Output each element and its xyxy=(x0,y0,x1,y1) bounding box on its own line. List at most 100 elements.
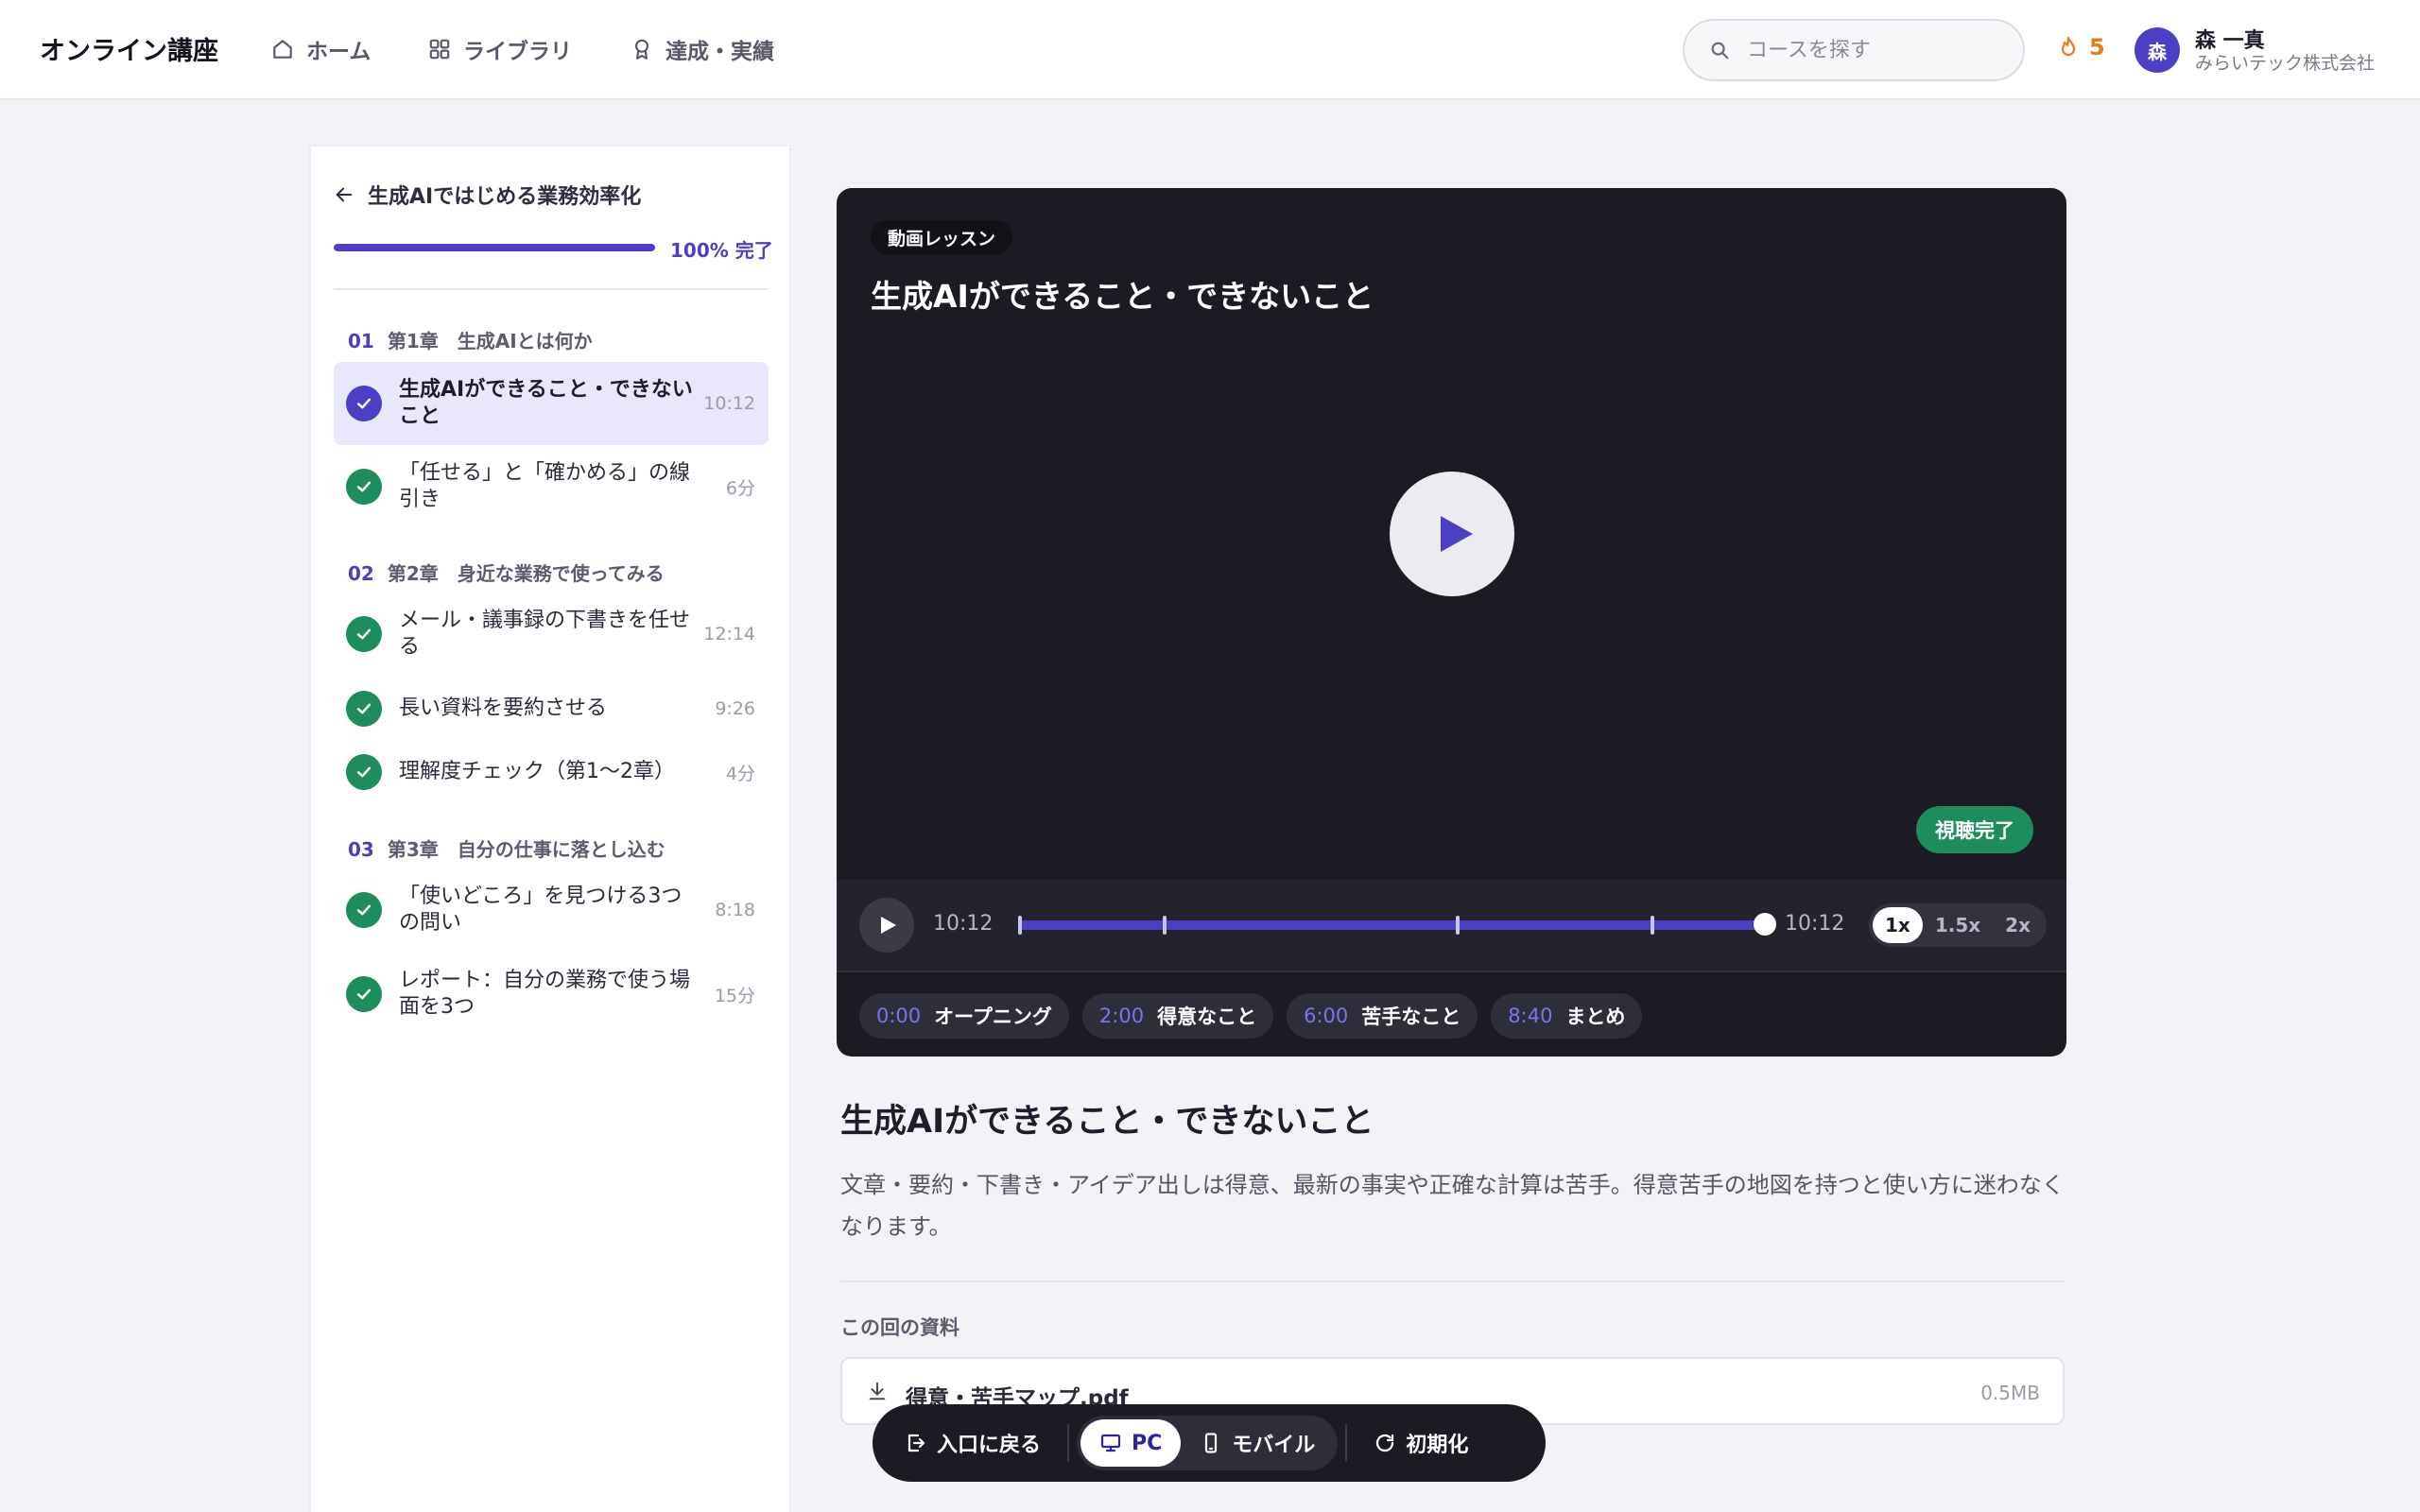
preview-toolbar: 入口に戻る PC モバイル 初期化 xyxy=(873,1404,1546,1482)
lesson-duration: 6分 xyxy=(725,477,755,499)
chapter-chip[interactable]: 8:40 まとめ xyxy=(1491,993,1643,1039)
lesson-complete-badge xyxy=(346,691,382,727)
lesson-duration: 10:12 xyxy=(703,393,755,414)
lesson-duration: 4分 xyxy=(725,763,755,784)
check-icon xyxy=(356,398,372,409)
chapter-time: 2:00 xyxy=(1098,1005,1145,1027)
view-mobile-label: モバイル xyxy=(1232,1434,1316,1457)
lesson-title: 長い資料を要約させる xyxy=(399,696,608,720)
scrubber-handle[interactable] xyxy=(1754,913,1776,936)
course-title: 生成AIではじめる業務効率化 xyxy=(368,185,642,209)
play-icon xyxy=(1441,516,1473,552)
avatar[interactable]: 森 xyxy=(2135,27,2180,73)
course-progress-bar xyxy=(334,244,655,251)
chapter-label: 得意なこと xyxy=(1157,1005,1257,1028)
chapter-tick xyxy=(1455,916,1460,935)
check-icon xyxy=(356,481,372,492)
nav-home[interactable]: ホーム xyxy=(270,32,371,66)
content-divider xyxy=(840,1280,2065,1282)
toolbar-separator xyxy=(1345,1424,1348,1462)
check-icon xyxy=(356,988,372,1000)
view-pc-label: PC xyxy=(1132,1431,1163,1455)
view-pc-button[interactable]: PC xyxy=(1080,1419,1182,1467)
chapter-title: 第3章 自分の仕事に落とし込む xyxy=(387,838,666,861)
speed-2x[interactable]: 2x xyxy=(1993,907,2043,943)
chapter-time: 0:00 xyxy=(876,1005,922,1027)
check-icon xyxy=(356,628,372,640)
chapter-tick xyxy=(1162,916,1167,935)
video-type-badge: 動画レッスン xyxy=(871,220,1013,254)
speed-1x[interactable]: 1x xyxy=(1873,907,1923,943)
control-play-button[interactable] xyxy=(859,898,914,953)
lesson-complete-badge xyxy=(346,469,382,505)
chapter-title: 第2章 身近な業務で使ってみる xyxy=(387,562,665,585)
lesson-title: 理解度チェック（第1〜2章） xyxy=(399,760,675,783)
chapter-tick xyxy=(1018,916,1022,935)
lesson-duration: 15分 xyxy=(714,985,755,1006)
chapter-chip[interactable]: 2:00 得意なこと xyxy=(1081,993,1274,1039)
material-size: 0.5MB xyxy=(1980,1382,2040,1404)
playback-speed-selector: 1x 1.5x 2x xyxy=(1869,903,2047,947)
video-chapters: 0:00 オープニング 2:00 得意なこと 6:00 苦手なこと 8:40 まとめ xyxy=(859,993,1655,1039)
lesson-title: 「任せる」と「確かめる」の線引き xyxy=(399,461,691,511)
chapter-tick xyxy=(1651,916,1655,935)
arrow-left-icon xyxy=(336,187,353,202)
course-search[interactable] xyxy=(1683,19,2025,81)
search-input[interactable] xyxy=(1747,38,2012,62)
nav-library[interactable]: ライブラリ xyxy=(427,32,572,66)
lesson-item[interactable]: 「任せる」と「確かめる」の線引き 6分 xyxy=(334,445,769,528)
materials-heading: この回の資料 xyxy=(840,1316,959,1339)
chapter-label: 苦手なこと xyxy=(1361,1005,1461,1028)
play-button[interactable] xyxy=(1390,472,1514,596)
monitor-icon xyxy=(1100,1434,1121,1452)
reset-button[interactable]: 初期化 xyxy=(1355,1418,1487,1469)
lesson-complete-badge xyxy=(346,976,382,1012)
award-icon xyxy=(634,39,649,60)
chapter-heading: 02 第2章 身近な業務で使ってみる xyxy=(348,558,665,586)
exit-icon xyxy=(908,1434,925,1452)
lesson-item[interactable]: メール・議事録の下書きを任せる 12:14 xyxy=(334,593,769,676)
lesson-item[interactable]: 「使いどころ」を見つける3つの問い 8:18 xyxy=(334,868,769,952)
view-mobile-button[interactable]: モバイル xyxy=(1181,1419,1334,1467)
lesson-item[interactable]: 理解度チェック（第1〜2章） 4分 xyxy=(334,741,769,803)
lesson-title: 「使いどころ」を見つける3つの問い xyxy=(399,885,683,935)
chapter-heading: 03 第3章 自分の仕事に落とし込む xyxy=(348,834,666,862)
home-icon xyxy=(273,40,292,59)
nav-achievements-label: 達成・実績 xyxy=(666,40,774,64)
speed-1-5x[interactable]: 1.5x xyxy=(1923,907,1993,943)
watched-badge: 視聴完了 xyxy=(1916,806,2033,853)
check-icon xyxy=(356,904,372,916)
chapter-chip[interactable]: 0:00 オープニング xyxy=(859,993,1069,1039)
brand-logo[interactable]: オンライン講座 xyxy=(40,30,218,67)
chapter-number: 03 xyxy=(348,838,374,861)
refresh-icon xyxy=(1376,1434,1394,1452)
search-icon xyxy=(1711,42,1729,60)
user-company: みらいテック株式会社 xyxy=(2195,53,2376,74)
lesson-complete-badge xyxy=(346,892,382,928)
sidebar-divider xyxy=(334,288,769,290)
current-time: 10:12 xyxy=(933,912,994,936)
lesson-complete-badge xyxy=(346,616,382,652)
lesson-title: 生成AIができること・できないこと xyxy=(399,378,693,428)
download-icon xyxy=(869,1382,886,1400)
video-controls: 10:12 10:12 1x 1.5x 2x xyxy=(837,880,2066,971)
chapter-chip[interactable]: 6:00 苦手なこと xyxy=(1287,993,1478,1039)
lesson-title: メール・議事録の下書きを任せる xyxy=(399,609,691,659)
course-back-link[interactable]: 生成AIではじめる業務効率化 xyxy=(334,180,641,210)
course-sidebar: 生成AIではじめる業務効率化 100% 完了 01 第1章 生成AIとは何か 生成… xyxy=(309,145,791,1512)
lesson-duration: 9:26 xyxy=(715,698,755,719)
chapter-time: 6:00 xyxy=(1304,1005,1349,1027)
nav-achievements[interactable]: 達成・実績 xyxy=(630,32,774,66)
lesson-item[interactable]: 長い資料を要約させる 9:26 xyxy=(334,678,769,740)
video-scrubber[interactable] xyxy=(1018,913,1776,936)
check-icon xyxy=(356,766,372,778)
lesson-item-current[interactable]: 生成AIができること・できないこと 10:12 xyxy=(334,362,769,445)
nav-home-label: ホーム xyxy=(306,40,372,64)
chapter-heading: 01 第1章 生成AIとは何か xyxy=(348,326,593,353)
view-mode-toggle: PC モバイル xyxy=(1077,1416,1339,1470)
lesson-duration: 8:18 xyxy=(715,900,755,920)
lesson-current-badge xyxy=(346,386,382,421)
back-to-entrance-button[interactable]: 入口に戻る xyxy=(886,1418,1060,1469)
lesson-item[interactable]: レポート：自分の業務で使う場面を3つ 15分 xyxy=(334,953,769,1036)
chapter-label: オープニング xyxy=(934,1005,1052,1028)
